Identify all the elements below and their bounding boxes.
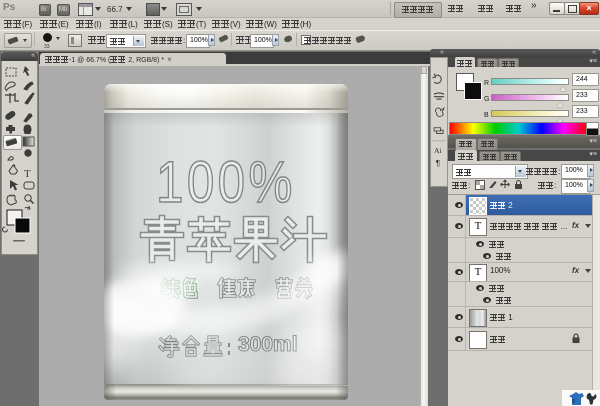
svg-text:Ai: Ai	[434, 146, 441, 155]
svg-text:¶: ¶	[436, 159, 441, 168]
